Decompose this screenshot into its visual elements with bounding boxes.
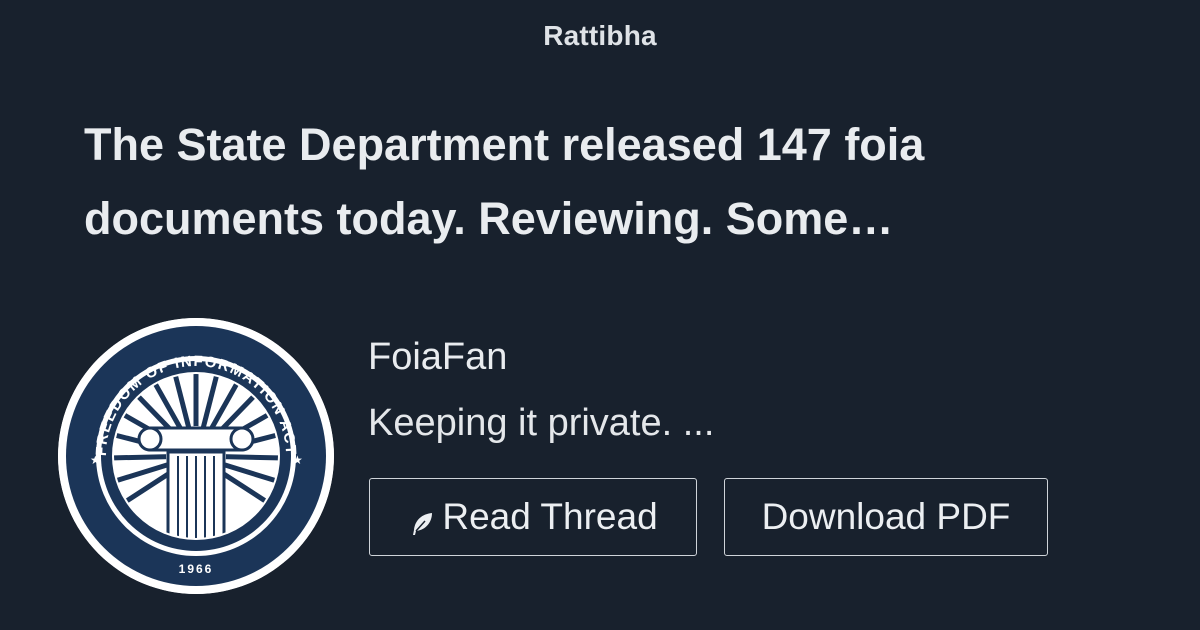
author-name[interactable]: FoiaFan (368, 336, 507, 379)
share-card: Rattibha The State Department released 1… (0, 0, 1200, 630)
download-pdf-button[interactable]: Download PDF (724, 478, 1048, 556)
foia-seal-icon: FREEDOM OF INFORMATION ACT ★ ★ 1966 (58, 318, 334, 594)
svg-text:★: ★ (90, 453, 101, 467)
read-thread-button[interactable]: Read Thread (369, 478, 697, 556)
read-thread-label: Read Thread (442, 496, 658, 537)
download-pdf-label: Download PDF (761, 496, 1011, 537)
svg-text:1966: 1966 (179, 562, 214, 576)
site-name: Rattibha (543, 20, 657, 51)
author-bio: Keeping it private. ... (368, 402, 715, 444)
feather-icon (408, 505, 436, 535)
avatar: FREEDOM OF INFORMATION ACT ★ ★ 1966 (58, 318, 334, 594)
svg-text:★: ★ (292, 453, 303, 467)
thread-headline: The State Department released 147 foia d… (84, 119, 925, 244)
